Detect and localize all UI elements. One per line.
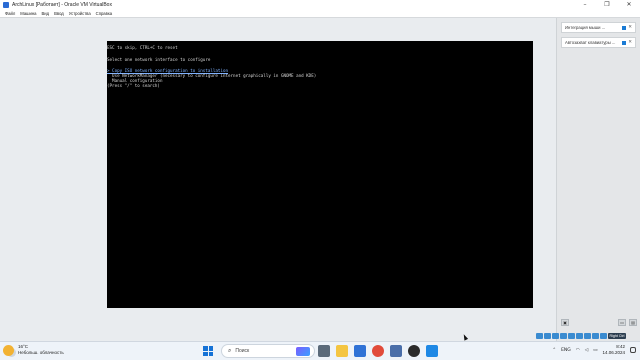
maximize-button[interactable]: ❐: [596, 0, 618, 10]
minimize-button[interactable]: –: [574, 0, 596, 10]
task-view-icon[interactable]: [318, 345, 330, 357]
search-icon: ⌕: [228, 347, 232, 354]
close-icon[interactable]: ✕: [628, 25, 632, 30]
vm-status-bar: Right Ctrl: [536, 332, 640, 340]
clock-date: 14.06.2024: [602, 350, 625, 355]
notifications-bell-icon[interactable]: [630, 347, 636, 353]
virtualbox-taskbar-icon[interactable]: [390, 345, 402, 357]
menu-file[interactable]: Файл: [5, 11, 15, 16]
taskbar-pinned-apps: [318, 345, 438, 357]
hard-disk-icon[interactable]: [536, 333, 543, 339]
info-icon: [622, 40, 627, 45]
console-line-prompt: Select one network interface to configur…: [107, 57, 211, 62]
notification-mouse-integration[interactable]: Интеграция мыши ... ✕: [561, 22, 636, 33]
optical-drive-icon[interactable]: [544, 333, 551, 339]
console-line-search-hint: (Press "/" to search): [107, 83, 160, 88]
collapse-icon[interactable]: ▤: [629, 319, 637, 326]
notification-label: Автозахват клавиатуры ...: [565, 40, 616, 45]
pin-icon[interactable]: ▭: [618, 319, 626, 326]
search-label: Поиск: [235, 348, 250, 354]
title-bar: ArchLinux [Работает] - Oracle VM Virtual…: [0, 0, 640, 10]
volume-icon[interactable]: ◁: [585, 348, 588, 353]
console-line-hint: ESC to skip, CTRL+C to reset: [107, 45, 178, 50]
store-icon[interactable]: [354, 345, 366, 357]
display-icon[interactable]: [584, 333, 591, 339]
vm-console-screen[interactable]: ESC to skip, CTRL+C to reset Select one …: [107, 41, 533, 308]
weather-widget[interactable]: 16°C Небольш. облачность: [3, 344, 64, 356]
menu-view[interactable]: Вид: [42, 11, 50, 16]
taskbar-search-box[interactable]: ⌕ Поиск: [221, 344, 315, 358]
menu-input[interactable]: Ввод: [54, 11, 64, 16]
wifi-icon[interactable]: ◠: [576, 348, 580, 353]
host-key-label[interactable]: Right Ctrl: [608, 333, 626, 339]
menu-devices[interactable]: Устройства: [69, 11, 91, 16]
info-icon: [622, 25, 627, 30]
recording-icon[interactable]: [592, 333, 599, 339]
close-button[interactable]: ✕: [618, 0, 640, 10]
menu-help[interactable]: Справка: [96, 11, 112, 16]
shared-folders-icon[interactable]: [576, 333, 583, 339]
notification-center-icon[interactable]: ▣: [561, 319, 569, 326]
window-title: ArchLinux [Работает] - Oracle VM Virtual…: [12, 2, 112, 8]
search-highlight-icon: [296, 346, 310, 356]
tray-overflow-icon[interactable]: ⌃: [552, 348, 556, 353]
clock[interactable]: 8:42 14.06.2024: [602, 344, 625, 356]
file-explorer-icon[interactable]: [336, 345, 348, 357]
windows-taskbar: 16°C Небольш. облачность ⌕ Поиск ⌃ ENG ◠…: [0, 341, 640, 360]
notification-keyboard-capture[interactable]: Автозахват клавиатуры ... ✕: [561, 37, 636, 48]
network-icon[interactable]: [560, 333, 567, 339]
notification-panel: [556, 18, 640, 341]
window-controls: – ❐ ✕: [574, 0, 640, 10]
weather-description: Небольш. облачность: [18, 350, 64, 355]
arch-terminal-icon[interactable]: [426, 345, 438, 357]
chrome-icon[interactable]: [372, 345, 384, 357]
usb-icon[interactable]: [568, 333, 575, 339]
menu-bar: Файл Машина Вид Ввод Устройства Справка: [0, 10, 640, 18]
audio-icon[interactable]: [552, 333, 559, 339]
menu-machine[interactable]: Машина: [20, 11, 36, 16]
github-icon[interactable]: [408, 345, 420, 357]
virtualbox-app-icon: [3, 2, 9, 8]
close-icon[interactable]: ✕: [628, 40, 632, 45]
system-tray: ⌃ ENG ◠ ◁ ▭ 8:42 14.06.2024: [552, 344, 636, 356]
language-indicator[interactable]: ENG: [561, 348, 571, 353]
battery-icon[interactable]: ▭: [593, 348, 597, 353]
windows-start-icon[interactable]: [203, 346, 213, 356]
partly-cloudy-icon: [3, 344, 14, 356]
mouse-integration-icon[interactable]: [600, 333, 607, 339]
virtualbox-window: ArchLinux [Работает] - Oracle VM Virtual…: [0, 0, 640, 341]
notification-label: Интеграция мыши ...: [565, 25, 606, 30]
